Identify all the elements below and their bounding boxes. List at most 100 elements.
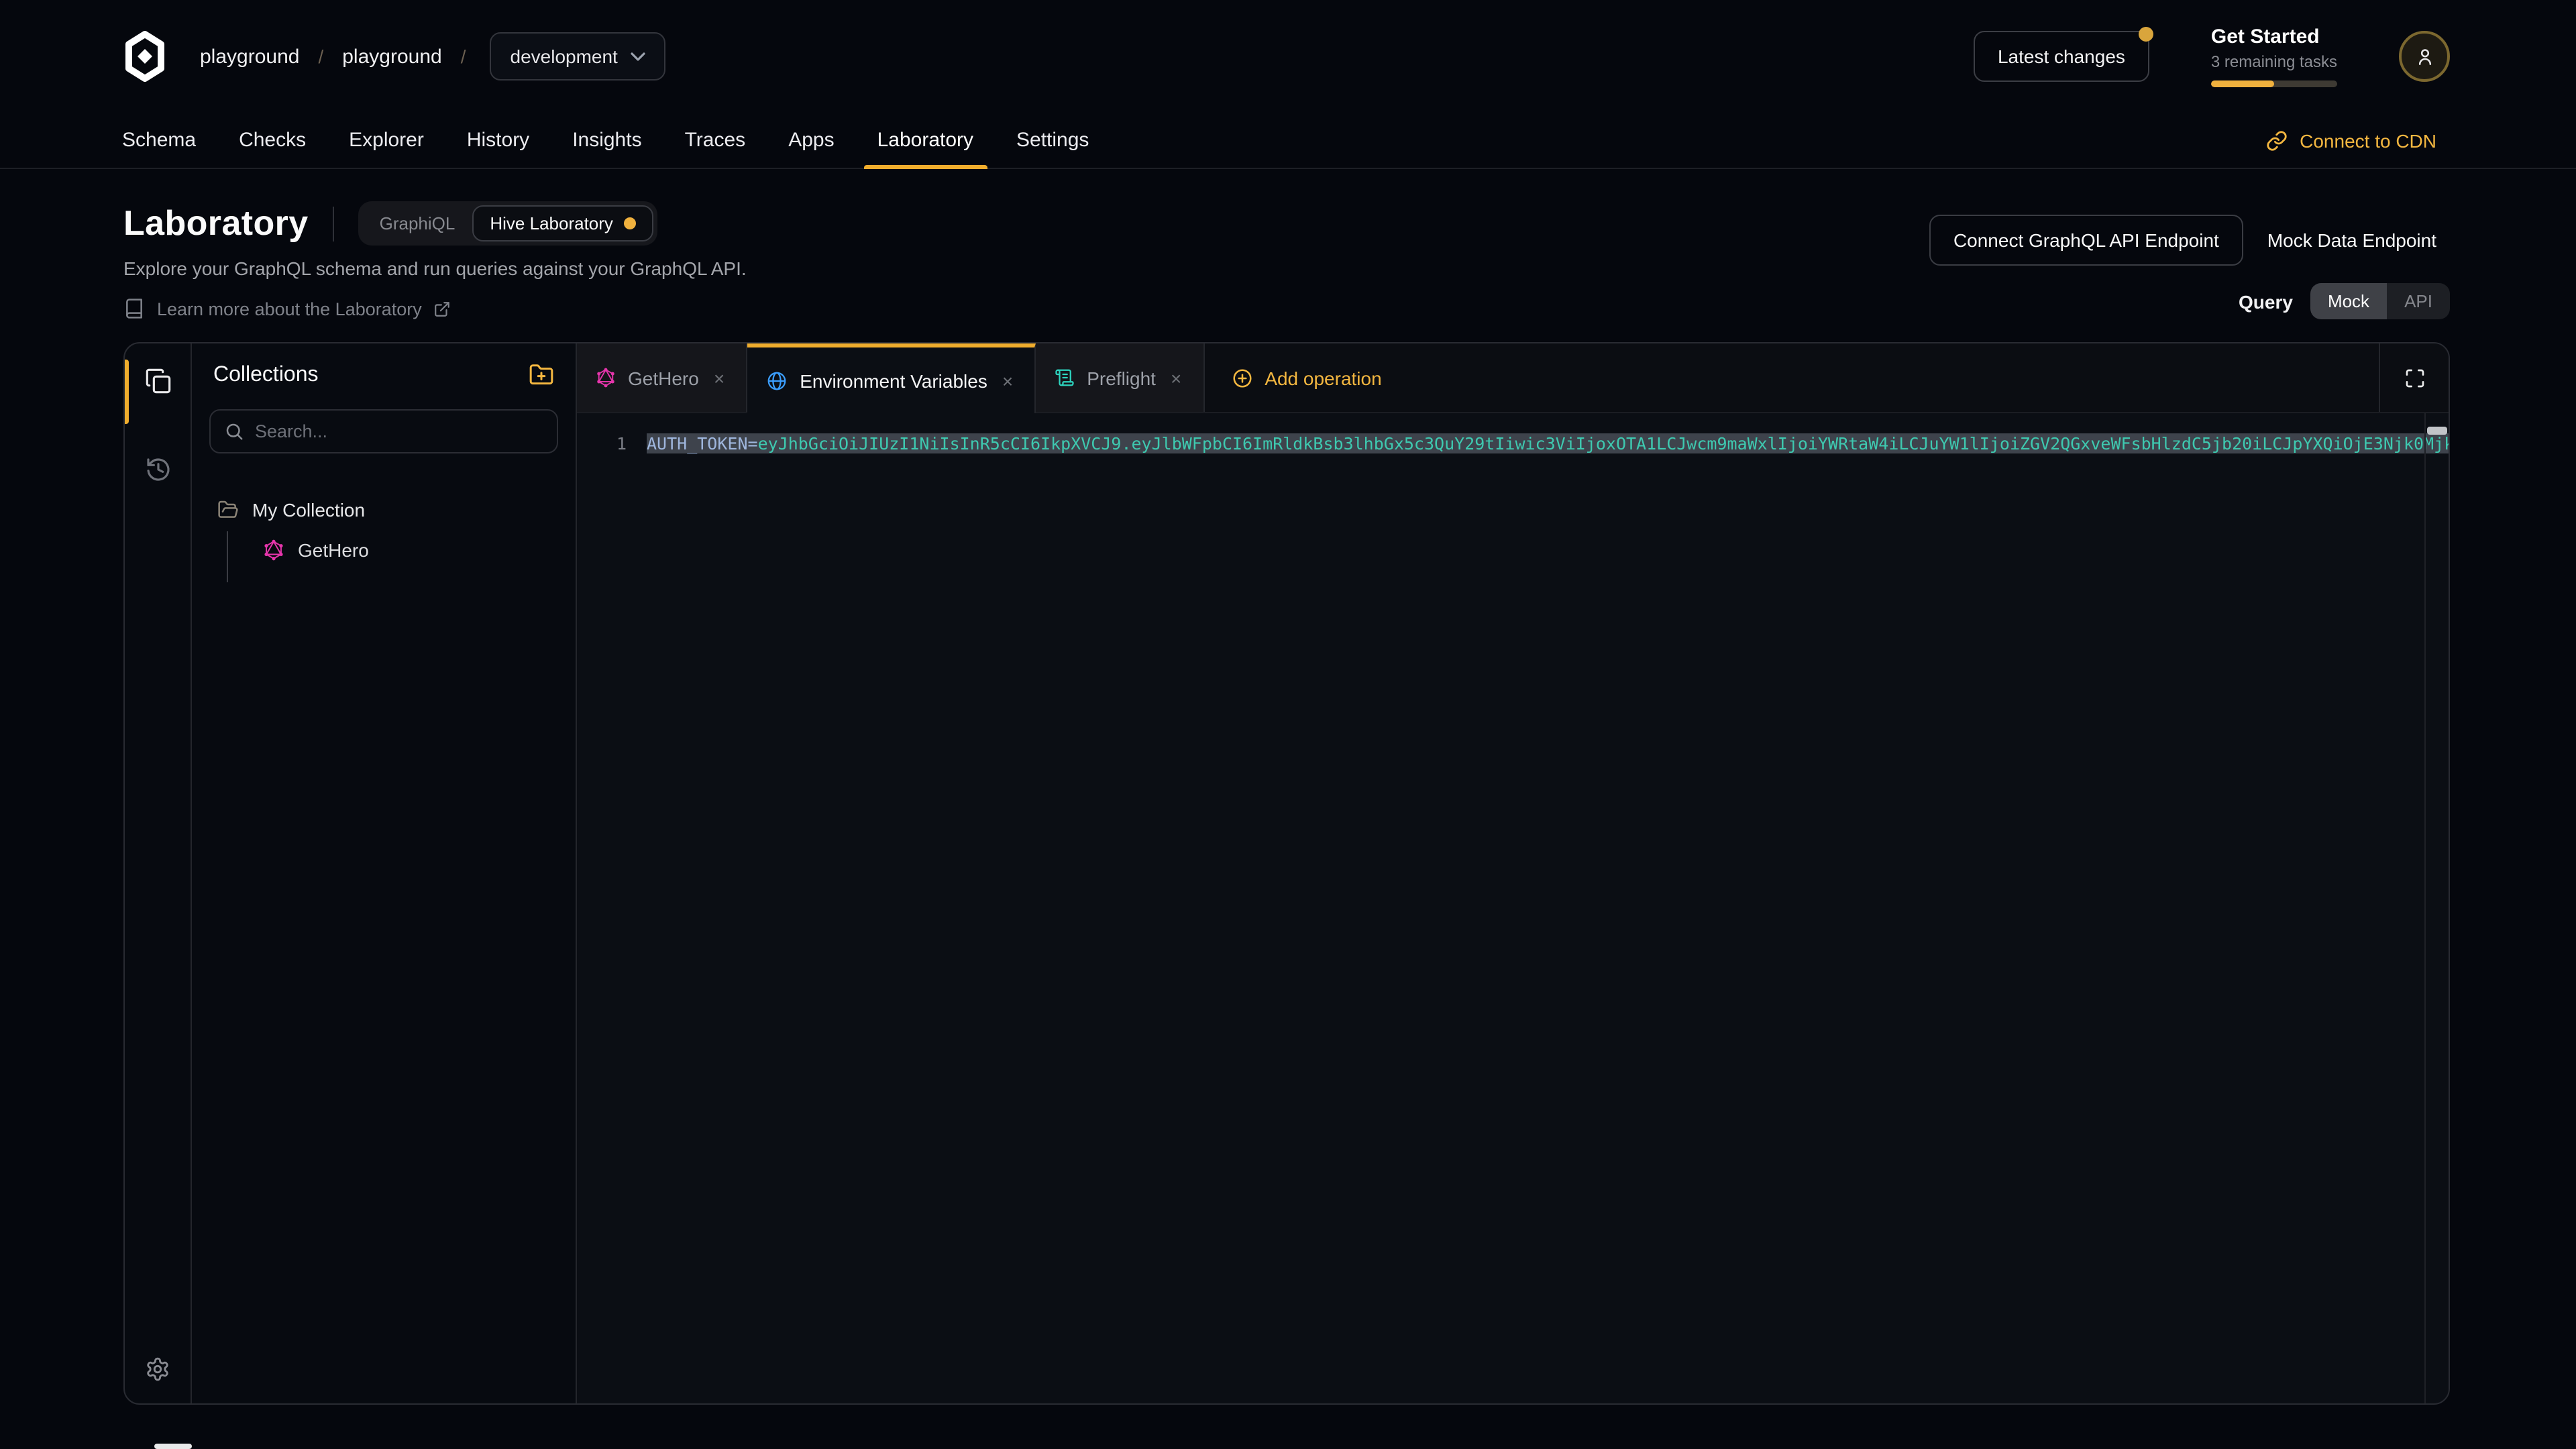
code-line-1: 1 AUTH_TOKEN=eyJhbGciOiJIUzI1NiIsInR5cCI…: [577, 413, 2449, 456]
laboratory-panel: Collections My Collection GetHero: [123, 342, 2450, 1405]
collections-rail-icon[interactable]: [144, 368, 171, 394]
hive-laboratory-page: playground / playground / development La…: [0, 0, 2576, 1449]
collection-folder-item[interactable]: My Collection: [209, 494, 558, 526]
nav-tab-apps[interactable]: Apps: [767, 113, 855, 168]
top-header: playground / playground / development La…: [0, 0, 2576, 113]
user-avatar[interactable]: [2399, 31, 2450, 82]
breadcrumb-separator: /: [318, 46, 323, 67]
book-icon: [123, 298, 145, 319]
tab-label: Preflight: [1087, 367, 1156, 388]
folder-open-icon: [217, 499, 239, 521]
query-mock-option[interactable]: Mock: [2310, 283, 2387, 319]
collections-title: Collections: [213, 363, 319, 387]
query-api-option[interactable]: API: [2387, 283, 2450, 319]
nav-tab-schema[interactable]: Schema: [101, 113, 217, 168]
page-scrollbar-thumb[interactable]: [154, 1444, 192, 1449]
sidebar-icon-rail: [125, 343, 192, 1403]
nav-tab-explorer[interactable]: Explorer: [327, 113, 445, 168]
nav-tab-insights[interactable]: Insights: [551, 113, 663, 168]
close-tab-icon[interactable]: ×: [1000, 370, 1016, 391]
chevron-down-icon: [631, 52, 646, 61]
breadcrumb-org[interactable]: playground: [200, 45, 299, 68]
globe-icon: [766, 370, 788, 391]
fullscreen-button[interactable]: [2379, 343, 2449, 412]
close-tab-icon[interactable]: ×: [711, 367, 727, 388]
search-icon: [224, 421, 244, 441]
graphiql-toggle-option[interactable]: GraphiQL: [362, 207, 473, 240]
history-rail-icon[interactable]: [144, 456, 171, 483]
endpoint-actions: Connect GraphQL API Endpoint Mock Data E…: [1929, 215, 2450, 319]
collection-folder-label: My Collection: [252, 499, 365, 521]
hive-logo-icon[interactable]: [119, 31, 170, 82]
collection-children: GetHero: [227, 534, 558, 566]
nav-tab-traces[interactable]: Traces: [663, 113, 767, 168]
tab-label: Environment Variables: [800, 370, 987, 391]
active-rail-indicator: [125, 360, 129, 424]
connect-to-cdn-link[interactable]: Connect to CDN: [2266, 113, 2436, 168]
connect-graphql-endpoint-button[interactable]: Connect GraphQL API Endpoint: [1929, 215, 2243, 266]
latest-changes-button[interactable]: Latest changes: [1974, 31, 2149, 82]
query-target-segmented: Mock API: [2310, 283, 2450, 319]
line-number: 1: [577, 431, 647, 456]
nav-tab-laboratory[interactable]: Laboratory: [856, 113, 995, 168]
mock-data-endpoint-button[interactable]: Mock Data Endpoint: [2254, 216, 2450, 264]
ui-mode-toggle: GraphiQL Hive Laboratory: [358, 201, 657, 246]
equals-sign: =: [748, 433, 758, 453]
collections-sidebar: Collections My Collection GetHero: [192, 343, 577, 1403]
notification-dot: [2139, 27, 2153, 42]
nav-tab-checks[interactable]: Checks: [217, 113, 327, 168]
editor-scrollbar-track: [2424, 413, 2426, 1403]
page-title: Laboratory: [123, 203, 309, 244]
graphql-icon: [596, 368, 616, 388]
tab-preflight[interactable]: Preflight ×: [1036, 343, 1204, 412]
operation-item-gethero[interactable]: GetHero: [258, 534, 558, 566]
query-label: Query: [2239, 290, 2293, 312]
graphql-icon: [263, 539, 284, 561]
collections-search: [209, 409, 558, 453]
get-started-title: Get Started: [2211, 25, 2337, 48]
workspace-tabstrip: GetHero × Environment Variables × Prefli…: [577, 343, 2449, 413]
tab-gethero[interactable]: GetHero ×: [577, 343, 747, 412]
env-var-value: eyJhbGciOiJIUzI1NiIsInR5cCI6IkpXVCJ9.eyJ…: [758, 433, 2449, 453]
code-content[interactable]: AUTH_TOKEN=eyJhbGciOiJIUzI1NiIsInR5cCI6I…: [647, 431, 2449, 456]
add-operation-button[interactable]: Add operation: [1204, 343, 1408, 412]
query-target-row: Query Mock API: [2239, 283, 2450, 319]
latest-changes-label: Latest changes: [1998, 46, 2125, 67]
external-link-icon: [434, 300, 451, 317]
learn-more-label: Learn more about the Laboratory: [157, 299, 422, 319]
page-head: Laboratory GraphiQL Hive Laboratory Expl…: [123, 201, 2450, 319]
close-tab-icon[interactable]: ×: [1168, 367, 1184, 388]
settings-gear-button[interactable]: [125, 1356, 191, 1382]
environment-variables-editor[interactable]: 1 AUTH_TOKEN=eyJhbGciOiJIUzI1NiIsInR5cCI…: [577, 413, 2449, 1403]
user-icon: [2413, 45, 2436, 68]
connect-to-cdn-label: Connect to CDN: [2300, 129, 2436, 151]
environment-selector[interactable]: development: [490, 32, 666, 80]
nav-tab-settings[interactable]: Settings: [995, 113, 1110, 168]
env-var-name: AUTH_TOKEN: [647, 433, 748, 453]
breadcrumb-separator: /: [461, 46, 466, 67]
get-started-progress-track: [2211, 80, 2337, 87]
title-divider: [333, 206, 334, 241]
fullscreen-icon: [2404, 367, 2425, 388]
hive-laboratory-active-dot: [624, 217, 636, 229]
tab-label: GetHero: [628, 367, 699, 388]
environment-selector-label: development: [511, 46, 618, 67]
editor-scrollbar-thumb[interactable]: [2427, 427, 2447, 435]
add-operation-label: Add operation: [1265, 367, 1381, 388]
collections-header: Collections: [209, 362, 558, 388]
hive-laboratory-toggle-option[interactable]: Hive Laboratory: [472, 205, 653, 241]
hive-laboratory-toggle-label: Hive Laboratory: [490, 213, 613, 233]
new-collection-folder-plus-icon[interactable]: [529, 362, 554, 388]
get-started-subtitle: 3 remaining tasks: [2211, 52, 2337, 71]
learn-more-link[interactable]: Learn more about the Laboratory: [123, 298, 451, 319]
search-input[interactable]: [255, 421, 543, 441]
get-started-widget[interactable]: Get Started 3 remaining tasks: [2211, 25, 2337, 87]
scroll-icon: [1055, 368, 1075, 388]
get-started-progress-fill: [2211, 80, 2274, 87]
breadcrumb-project[interactable]: playground: [342, 45, 441, 68]
editor-column: GetHero × Environment Variables × Prefli…: [577, 343, 2449, 1403]
tabstrip-spacer: [1409, 343, 2379, 412]
primary-nav: Schema Checks Explorer History Insights …: [0, 113, 2576, 169]
nav-tab-history[interactable]: History: [445, 113, 551, 168]
tab-environment-variables[interactable]: Environment Variables ×: [747, 343, 1036, 413]
